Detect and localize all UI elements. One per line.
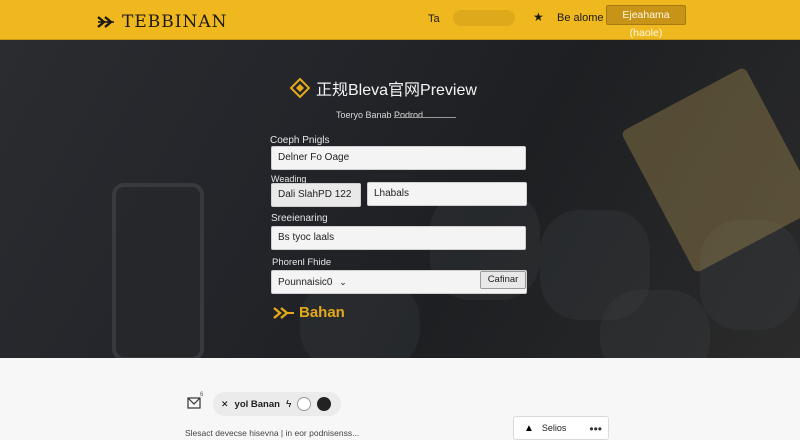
edit-icon: ▲ [524, 422, 534, 434]
brand-mark-icon [273, 306, 294, 319]
confirm-button[interactable]: Cafinar [480, 271, 526, 289]
notification-badge: 6 [200, 392, 204, 398]
chip-arrow-icon: ✕ [221, 398, 229, 409]
input-field-3[interactable]: Bs tyoc laals [271, 226, 526, 250]
lower-section [0, 358, 800, 440]
emoji-icon[interactable] [297, 397, 312, 411]
subtitle-underline [394, 117, 456, 118]
more-icon[interactable]: ••• [589, 422, 602, 436]
brand-name: TEBBINAN [122, 12, 228, 32]
input-field-2a[interactable]: Dali SlahPD 122 [271, 183, 361, 207]
logo-icon [97, 16, 114, 28]
input-field-2b[interactable]: Lhabals [367, 182, 527, 206]
phone-illustration [112, 183, 204, 358]
hero-title-text: 正规Bleva官网Preview [316, 82, 477, 99]
hero-logo-text: Bahan [299, 304, 345, 321]
select-value: Pounnaisic0 [278, 277, 333, 288]
decor-shape [600, 290, 710, 358]
star-icon[interactable]: ★ [533, 10, 544, 24]
chevron-down-icon: ⌄ [339, 277, 347, 287]
hero-title: 正规Bleva官网Preview [290, 76, 477, 100]
brand[interactable]: TEBBINAN [96, 12, 227, 32]
top-navigation-bar: TEBBINAN Ta ★ Be alome Ejeahama (haole) [0, 0, 800, 40]
field-label-4: Phorenl Fhide [272, 257, 332, 268]
input-field-1[interactable]: Delner Fo Oage [271, 146, 526, 170]
nav-search-pill[interactable] [453, 10, 515, 26]
search-hint-text: Slesact devecse hisevna | in eor podnise… [185, 428, 360, 438]
hero-subtitle: Toeryo Banab Podrod [336, 110, 424, 120]
chip-label: yol Banan [234, 398, 280, 410]
check-circle-icon[interactable] [317, 397, 332, 411]
card-label: Selios [541, 423, 567, 433]
lightning-icon[interactable]: ϟ [286, 399, 291, 410]
settings-card[interactable]: ▲ Selios ••• [513, 416, 609, 440]
nav-item-ta[interactable]: Ta [428, 13, 440, 25]
header-action-button[interactable]: Ejeahama (haole) [606, 5, 686, 39]
hero-bottom-logo: Bahan [273, 304, 345, 321]
nav-link-home[interactable]: Be alome [557, 12, 603, 24]
diamond-logo-icon [290, 78, 310, 98]
field-label-1: Coeph Pnigls [270, 135, 330, 146]
mail-icon[interactable] [187, 397, 201, 409]
user-chip[interactable]: ✕ yol Banan ϟ [213, 392, 341, 416]
field-label-3: Sreeienaring [271, 213, 328, 224]
